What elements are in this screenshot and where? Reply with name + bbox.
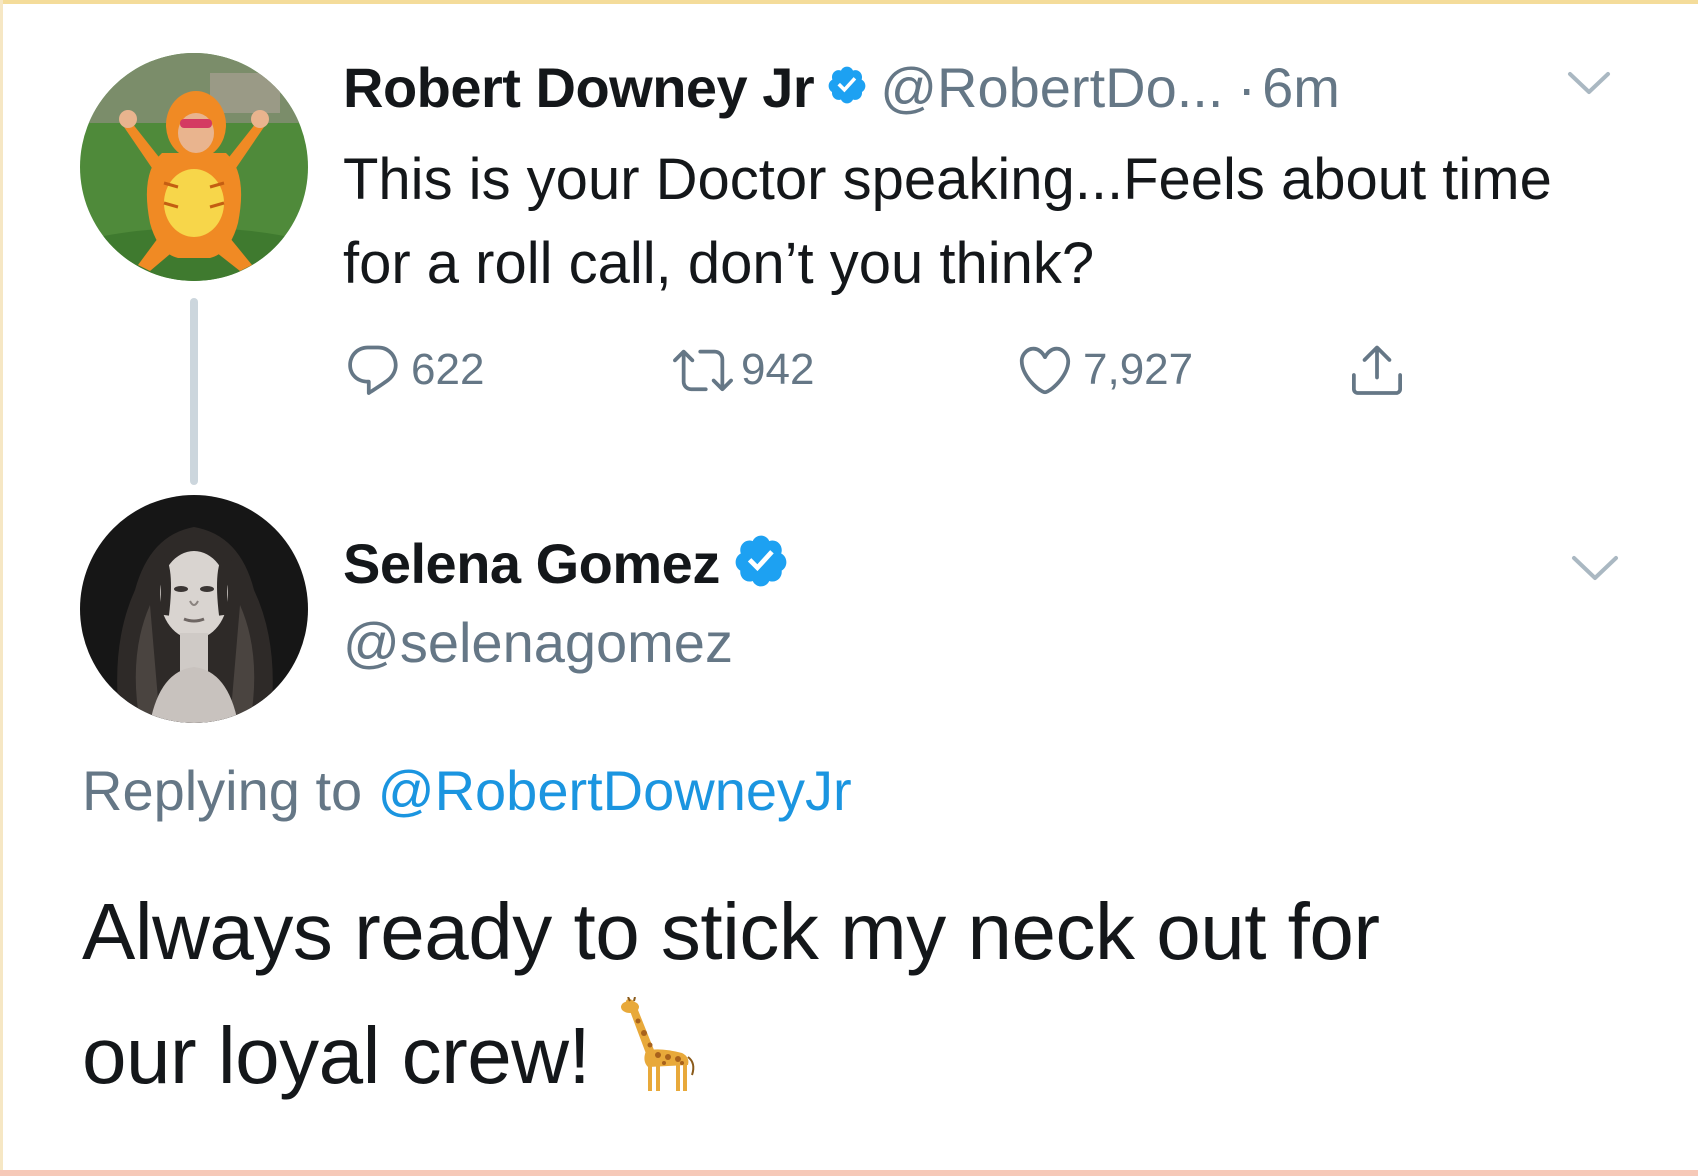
verified-badge-icon: [826, 64, 868, 111]
reply-count: 622: [411, 345, 485, 394]
thread-connector-line: [190, 298, 198, 485]
retweet-button[interactable]: 942: [673, 335, 814, 405]
tweet2-text-line2-wrapper: our loyal crew!: [82, 994, 1622, 1128]
frame-bottom-border: [0, 1170, 1698, 1176]
verified-badge-icon: [732, 532, 790, 595]
share-button[interactable]: [1347, 335, 1407, 405]
tweet1-header: Robert Downey Jr @RobertDo... · 6m: [343, 52, 1340, 122]
like-button[interactable]: 7,927: [1015, 335, 1193, 405]
replying-to-label: Replying to: [82, 759, 363, 822]
tweet2-handle[interactable]: @selenagomez: [343, 610, 733, 675]
tweet1-timestamp[interactable]: 6m: [1262, 55, 1340, 120]
tweet1-action-bar: 622 942 7,927: [343, 335, 1443, 405]
tweet1-handle[interactable]: @RobertDo...: [880, 55, 1223, 120]
tweet2-text: Always ready to stick my neck out for ou…: [82, 870, 1622, 1128]
tweet2-text-line1: Always ready to stick my neck out for: [82, 887, 1380, 976]
tweet1-display-name[interactable]: Robert Downey Jr: [343, 55, 815, 120]
reply-button[interactable]: 622: [343, 335, 484, 405]
tweet2-display-name[interactable]: Selena Gomez: [343, 531, 720, 596]
tweet2-text-line2: our loyal crew!: [82, 1011, 591, 1100]
heart-icon: [1019, 346, 1071, 395]
reply-icon: [348, 345, 398, 395]
tweet1-text: This is your Doctor speaking...Feels abo…: [343, 147, 1552, 296]
chevron-down-icon[interactable]: [1570, 552, 1620, 589]
avatar-selena-gomez[interactable]: [80, 495, 308, 723]
like-count: 7,927: [1083, 345, 1194, 394]
tweet2-header: Selena Gomez: [343, 528, 802, 598]
tweet1-separator: ·: [1237, 55, 1257, 119]
replying-to-line: Replying to @RobertDowneyJr: [82, 758, 852, 823]
frame-top-border: [0, 0, 1698, 4]
chevron-down-icon[interactable]: [1566, 68, 1612, 103]
reply-mention-link[interactable]: @RobertDowneyJr: [378, 759, 852, 822]
retweet-icon: [673, 349, 733, 392]
retweet-count: 942: [741, 345, 815, 394]
frame-left-border: [0, 0, 3, 1176]
giraffe-icon: [618, 996, 698, 1128]
avatar-robert-downey-jr[interactable]: [80, 53, 308, 281]
share-icon: [1352, 345, 1402, 395]
